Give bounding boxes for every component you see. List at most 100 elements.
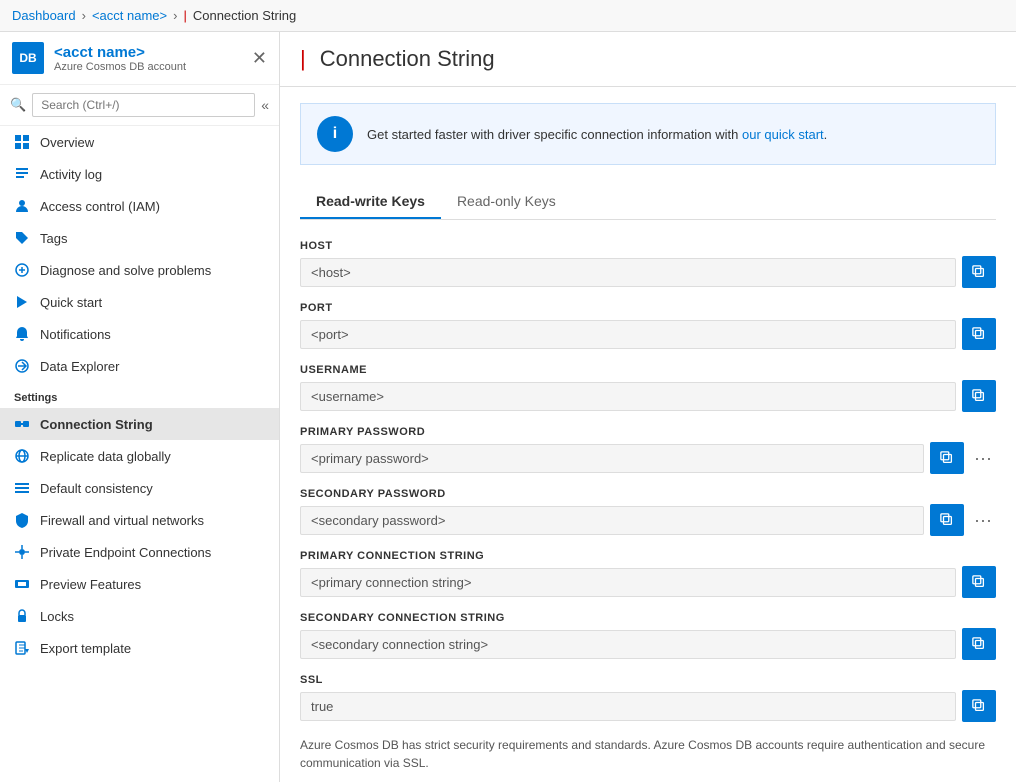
sidebar-item-access-control[interactable]: Access control (IAM) <box>0 190 279 222</box>
tab-read-only[interactable]: Read-only Keys <box>441 185 572 219</box>
ssl-label: SSL <box>300 674 996 686</box>
data-explorer-icon <box>14 358 30 374</box>
overview-icon <box>14 134 30 150</box>
sidebar-item-export-template-label: Export template <box>40 641 131 656</box>
breadcrumb: Dashboard › <acct name> › | Connection S… <box>0 0 1016 32</box>
port-label: PORT <box>300 302 996 314</box>
username-input[interactable] <box>300 382 956 411</box>
primary-password-more-button[interactable]: ··· <box>970 448 996 469</box>
username-row <box>300 380 996 412</box>
sidebar-header: DB <acct name> Azure Cosmos DB account ✕ <box>0 32 279 85</box>
ssl-input[interactable] <box>300 692 956 721</box>
diagnose-icon <box>14 262 30 278</box>
port-copy-button[interactable] <box>962 318 996 350</box>
breadcrumb-dashboard[interactable]: Dashboard <box>12 8 76 23</box>
sidebar-item-export-template[interactable]: Export template <box>0 632 279 664</box>
ssl-field-section: SSL <box>300 674 996 722</box>
sidebar-item-connection-string[interactable]: Connection String <box>0 408 279 440</box>
close-button[interactable]: ✕ <box>252 48 267 69</box>
host-field-section: HOST <box>300 240 996 288</box>
sidebar-item-overview-label: Overview <box>40 135 94 150</box>
primary-connection-string-copy-button[interactable] <box>962 566 996 598</box>
search-bar: 🔍 « <box>0 85 279 126</box>
secondary-password-more-button[interactable]: ··· <box>970 510 996 531</box>
footer-note: Azure Cosmos DB has strict security requ… <box>300 736 996 772</box>
primary-password-copy-button[interactable] <box>930 442 964 474</box>
collapse-button[interactable]: « <box>261 97 269 113</box>
secondary-connection-string-label: SECONDARY CONNECTION STRING <box>300 612 996 624</box>
sidebar-item-locks[interactable]: Locks <box>0 600 279 632</box>
breadcrumb-current: Connection String <box>193 8 296 23</box>
sidebar-item-private-endpoint[interactable]: Private Endpoint Connections <box>0 536 279 568</box>
locks-icon <box>14 608 30 624</box>
content-area: | Connection String i Get started faster… <box>280 32 1016 782</box>
sidebar-item-access-control-label: Access control (IAM) <box>40 199 160 214</box>
quick-start-link[interactable]: our quick start <box>742 127 824 142</box>
page-title: Connection String <box>320 46 495 72</box>
username-copy-button[interactable] <box>962 380 996 412</box>
account-info: <acct name> Azure Cosmos DB account <box>54 44 242 73</box>
preview-features-icon <box>14 576 30 592</box>
sidebar-item-activity-log-label: Activity log <box>40 167 102 182</box>
sidebar-item-overview[interactable]: Overview <box>0 126 279 158</box>
sidebar-item-preview-features-label: Preview Features <box>40 577 141 592</box>
firewall-icon <box>14 512 30 528</box>
sidebar-item-firewall[interactable]: Firewall and virtual networks <box>0 504 279 536</box>
primary-connection-string-row <box>300 566 996 598</box>
primary-connection-string-field-section: PRIMARY CONNECTION STRING <box>300 550 996 598</box>
secondary-connection-string-row <box>300 628 996 660</box>
port-input[interactable] <box>300 320 956 349</box>
tabs-container: Read-write Keys Read-only Keys <box>300 185 996 220</box>
secondary-password-label: SECONDARY PASSWORD <box>300 488 996 500</box>
access-control-icon <box>14 198 30 214</box>
sidebar: DB <acct name> Azure Cosmos DB account ✕… <box>0 32 280 782</box>
connection-string-icon <box>14 416 30 432</box>
sidebar-item-quick-start[interactable]: Quick start <box>0 286 279 318</box>
sidebar-item-default-consistency[interactable]: Default consistency <box>0 472 279 504</box>
sidebar-item-notifications[interactable]: Notifications <box>0 318 279 350</box>
sidebar-item-diagnose[interactable]: Diagnose and solve problems <box>0 254 279 286</box>
nav-scroll-container: Overview Activity log Access control (IA… <box>0 126 279 782</box>
host-copy-button[interactable] <box>962 256 996 288</box>
breadcrumb-sep1: › <box>82 8 86 23</box>
sidebar-item-firewall-label: Firewall and virtual networks <box>40 513 204 528</box>
info-banner-text: Get started faster with driver specific … <box>367 127 827 142</box>
sidebar-item-data-explorer-label: Data Explorer <box>40 359 119 374</box>
tab-read-write[interactable]: Read-write Keys <box>300 185 441 219</box>
secondary-connection-string-input[interactable] <box>300 630 956 659</box>
account-name: <acct name> <box>54 44 242 61</box>
sidebar-item-activity-log[interactable]: Activity log <box>0 158 279 190</box>
secondary-password-copy-button[interactable] <box>930 504 964 536</box>
private-endpoint-icon <box>14 544 30 560</box>
notifications-icon <box>14 326 30 342</box>
primary-password-row: ··· <box>300 442 996 474</box>
secondary-password-input[interactable] <box>300 506 924 535</box>
primary-password-input[interactable] <box>300 444 924 473</box>
host-label: HOST <box>300 240 996 252</box>
sidebar-item-quick-start-label: Quick start <box>40 295 102 310</box>
host-input[interactable] <box>300 258 956 287</box>
sidebar-item-locks-label: Locks <box>40 609 74 624</box>
sidebar-item-replicate[interactable]: Replicate data globally <box>0 440 279 472</box>
search-icon: 🔍 <box>10 97 26 113</box>
header-pipe: | <box>300 46 306 72</box>
search-input[interactable] <box>32 93 255 117</box>
secondary-connection-string-copy-button[interactable] <box>962 628 996 660</box>
sidebar-item-data-explorer[interactable]: Data Explorer <box>0 350 279 382</box>
port-row <box>300 318 996 350</box>
sidebar-item-private-endpoint-label: Private Endpoint Connections <box>40 545 211 560</box>
sidebar-item-replicate-label: Replicate data globally <box>40 449 171 464</box>
username-field-section: USERNAME <box>300 364 996 412</box>
sidebar-item-diagnose-label: Diagnose and solve problems <box>40 263 211 278</box>
breadcrumb-acct[interactable]: <acct name> <box>92 8 167 23</box>
sidebar-item-tags[interactable]: Tags <box>0 222 279 254</box>
ssl-copy-button[interactable] <box>962 690 996 722</box>
sidebar-item-preview-features[interactable]: Preview Features <box>0 568 279 600</box>
activity-log-icon <box>14 166 30 182</box>
quick-start-icon <box>14 294 30 310</box>
breadcrumb-pipe: | <box>183 8 186 23</box>
primary-connection-string-input[interactable] <box>300 568 956 597</box>
sidebar-item-tags-label: Tags <box>40 231 67 246</box>
secondary-password-field-section: SECONDARY PASSWORD ··· <box>300 488 996 536</box>
settings-section-label: Settings <box>0 382 279 408</box>
